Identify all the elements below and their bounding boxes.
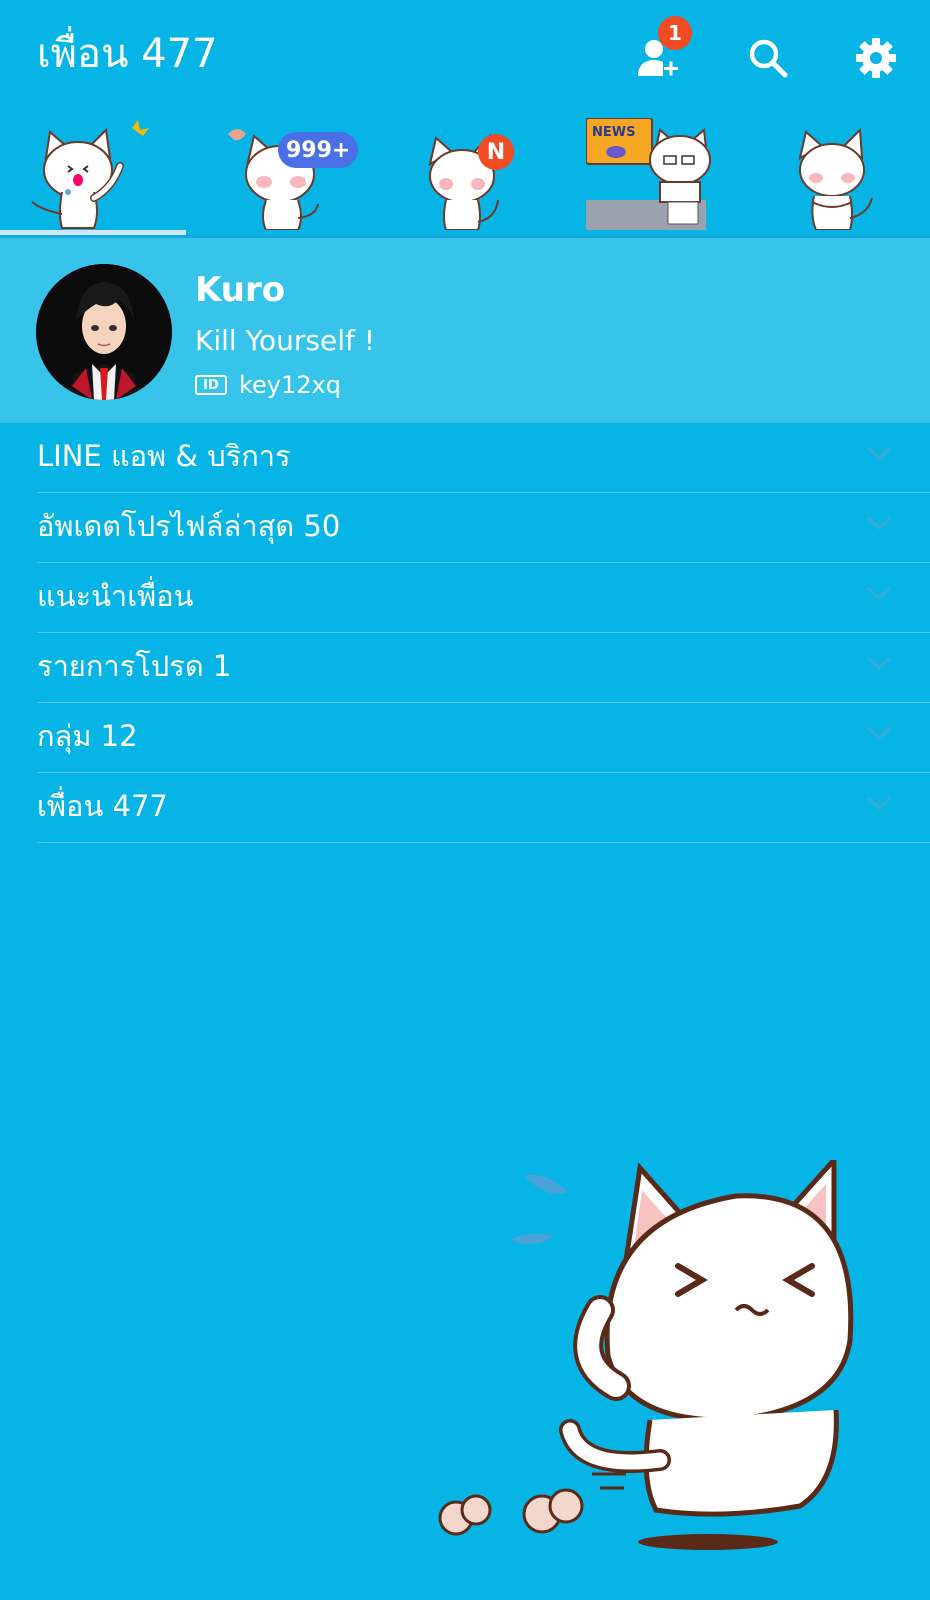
profile-name: Kuro <box>195 270 286 310</box>
section-label: แนะนำเพื่อน <box>37 579 194 613</box>
section-label: กลุ่ม 12 <box>37 719 138 753</box>
section-favorites[interactable]: รายการโปรด 1 <box>0 633 930 703</box>
chevron-down-icon <box>866 516 892 531</box>
profile-status-message: Kill Yourself ! <box>195 324 375 357</box>
timeline-cat-icon <box>428 133 499 230</box>
section-groups[interactable]: กลุ่ม 12 <box>0 703 930 773</box>
avatar[interactable] <box>36 264 172 400</box>
timeline-new-badge: N <box>478 134 514 170</box>
section-line-apps[interactable]: LINE แอพ & บริการ <box>0 423 930 493</box>
waving-cat-icon <box>31 120 149 229</box>
tab-timeline[interactable]: N <box>372 112 558 234</box>
profile-id: key12xq <box>239 371 341 399</box>
more-cat-icon <box>798 127 873 230</box>
section-label: อัพเดตโปรไฟล์ล่าสุด 50 <box>37 509 341 543</box>
my-profile-card[interactable]: Kuro Kill Yourself ! ID key12xq <box>0 238 930 423</box>
add-friend-badge: 1 <box>658 16 692 50</box>
tab-chats[interactable]: 999+ <box>186 112 372 234</box>
settings-button[interactable] <box>848 30 904 86</box>
chevron-down-icon <box>866 796 892 811</box>
friend-sections-list: LINE แอพ & บริการ อัพเดตโปรไฟล์ล่าสุด 50… <box>0 423 930 843</box>
svg-text:NEWS: NEWS <box>592 125 635 140</box>
section-label: รายการโปรด 1 <box>37 649 232 683</box>
section-label: LINE แอพ & บริการ <box>37 439 291 473</box>
chevron-down-icon <box>866 726 892 741</box>
section-friends[interactable]: เพื่อน 477 <box>0 773 930 843</box>
settings-icon <box>856 38 896 78</box>
tab-more[interactable] <box>744 112 930 234</box>
search-button[interactable] <box>740 30 796 86</box>
search-icon <box>749 39 788 78</box>
profile-id-row: ID key12xq <box>195 368 341 402</box>
section-label: เพื่อน 477 <box>37 789 168 823</box>
tab-news[interactable]: NEWS <box>558 112 744 234</box>
section-friend-suggestions[interactable]: แนะนำเพื่อน <box>0 563 930 633</box>
tab-friends[interactable] <box>0 112 186 234</box>
page-title: เพื่อน 477 <box>37 31 218 77</box>
avatar-image <box>36 264 172 400</box>
id-icon: ID <box>195 375 227 395</box>
running-cat-illustration <box>438 1153 854 1550</box>
news-cat-icon: NEWS <box>586 118 711 230</box>
chats-unread-badge: 999+ <box>278 132 359 168</box>
chevron-down-icon <box>866 656 892 671</box>
tab-bar: 999+ N NEWS <box>0 112 930 236</box>
chevron-down-icon <box>866 446 892 461</box>
chevron-down-icon <box>866 586 892 601</box>
add-friend-button[interactable]: 1 <box>630 16 692 86</box>
theme-background-cat <box>420 1153 890 1584</box>
top-bar: เพื่อน 477 1 <box>0 0 930 110</box>
section-profile-updates[interactable]: อัพเดตโปรไฟล์ล่าสุด 50 <box>0 493 930 563</box>
